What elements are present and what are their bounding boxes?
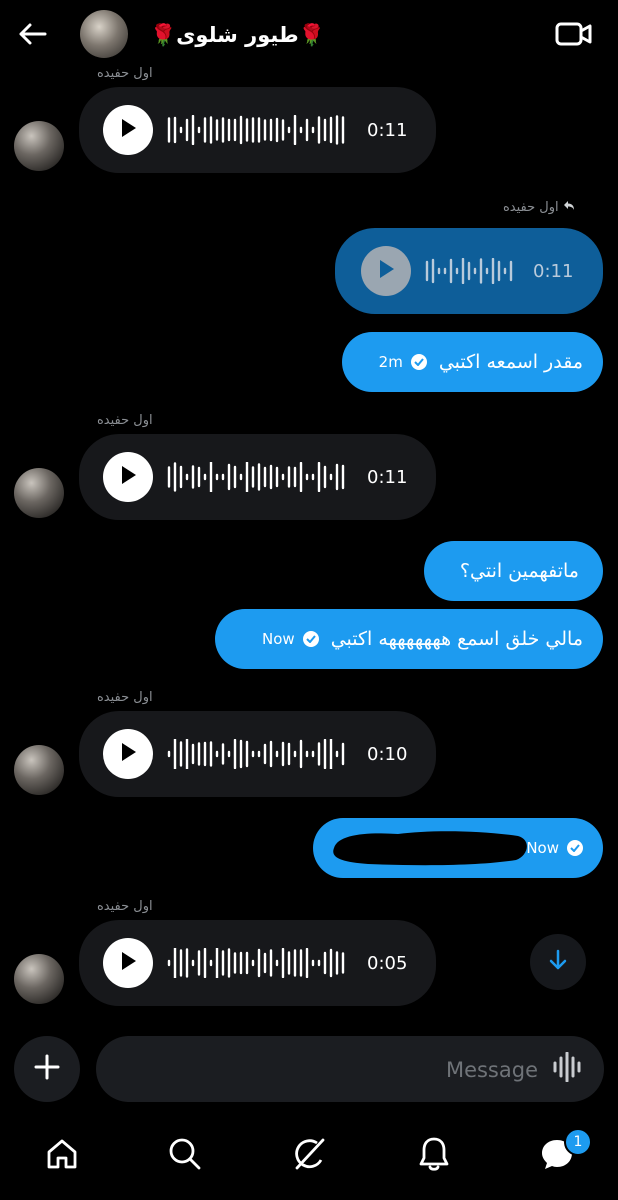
reply-icon [563,200,575,215]
grok-icon [291,1136,327,1176]
sender-name: اول حفيده [97,413,153,428]
voice-record-button[interactable] [548,1049,588,1089]
message-bubble[interactable]: Now مالي خلق اسمع هههههههه اكتبي [215,609,603,669]
message-meta: 2m [379,353,427,371]
waveform[interactable] [167,948,349,978]
waveform[interactable] [167,462,349,492]
play-icon [119,951,137,975]
message-bubble[interactable]: 2m مقدر اسمعه اكتبي [342,332,603,392]
arrow-down-icon [548,949,568,975]
search-icon [168,1137,202,1175]
conversation-avatar[interactable] [80,10,128,58]
message-composer [96,1036,604,1104]
reply-to-name: اول حفيده [503,200,559,215]
voice-message[interactable]: 0:11 [79,434,436,520]
sender-avatar[interactable] [14,468,64,518]
notifications-icon [418,1136,450,1176]
voice-message[interactable]: 0:11 [79,87,436,173]
voice-duration: 0:11 [533,260,574,282]
sender-name: اول حفيده [97,66,153,81]
nav-search[interactable] [155,1128,215,1184]
redaction-scribble [328,826,532,868]
conversation-title[interactable]: 🌹طيور شلوى🌹 [150,20,325,50]
message-text: ماتفهمين انتي؟ [459,560,579,582]
voice-message[interactable]: 0:10 [79,711,436,797]
read-check-icon [567,840,583,856]
read-check-icon [302,631,319,647]
reply-indicator: اول حفيده [503,200,575,215]
play-button[interactable] [103,452,153,502]
sender-avatar[interactable] [14,121,64,171]
nav-home[interactable] [32,1128,92,1184]
arrow-left-icon [17,22,47,50]
voice-duration: 0:11 [367,466,408,488]
waveform[interactable] [425,258,515,284]
play-button[interactable] [103,938,153,988]
waveform[interactable] [167,739,349,769]
voice-message[interactable]: 0:11 [335,228,603,314]
video-call-button[interactable] [552,16,596,56]
sender-avatar[interactable] [14,745,64,795]
play-button[interactable] [103,105,153,155]
waveform[interactable] [167,115,349,145]
plus-icon [33,1053,61,1085]
message-meta: Now [526,839,583,857]
back-button[interactable] [12,16,52,56]
voice-duration: 0:05 [367,952,408,974]
play-icon [377,259,395,283]
message-meta: Now [262,630,319,648]
home-icon [45,1137,79,1175]
sender-name: اول حفيده [97,690,153,705]
video-call-icon [555,21,593,51]
message-text: مالي خلق اسمع هههههههه اكتبي [330,628,583,650]
sender-name: اول حفيده [97,899,153,914]
message-text: مقدر اسمعه اكتبي [438,351,583,373]
play-button[interactable] [361,246,411,296]
message-bubble[interactable]: ماتفهمين انتي؟ [424,541,603,601]
voice-waveform-icon [552,1051,584,1086]
read-check-icon [410,354,427,370]
sender-avatar[interactable] [14,954,64,1004]
scroll-to-bottom-button[interactable] [530,934,586,990]
voice-duration: 0:10 [367,743,408,765]
voice-message[interactable]: 0:05 [79,920,436,1006]
play-icon [119,742,137,766]
play-icon [119,465,137,489]
message-time: 2m [378,353,403,371]
nav-grok[interactable] [279,1128,339,1184]
nav-notifications[interactable] [404,1128,464,1184]
voice-duration: 0:11 [367,119,408,141]
message-input[interactable] [116,1036,540,1104]
play-icon [119,118,137,142]
message-time: Now [262,630,295,648]
messages-badge: 1 [564,1128,592,1156]
play-button[interactable] [103,729,153,779]
add-attachment-button[interactable] [14,1036,80,1102]
